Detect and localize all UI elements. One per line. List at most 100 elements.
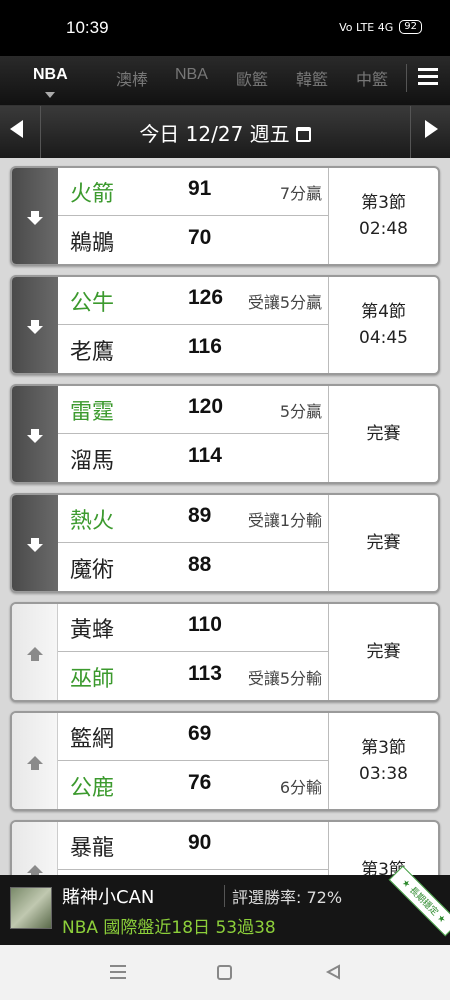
status-bar: 10:39 Vo LTE 4G 92 (0, 0, 450, 56)
team-row: 公鹿 76 6分輸 (58, 762, 328, 809)
arrow-down-icon (25, 535, 45, 555)
team-row: 籃網 69 (58, 713, 328, 761)
arrow-down-icon (25, 426, 45, 446)
game-period: 完賽 (366, 533, 401, 553)
team-row: 雷霆 120 5分贏 (58, 386, 328, 434)
tab-nba-2[interactable]: NBA (175, 66, 208, 84)
team-score: 110 (188, 613, 222, 636)
game-status: 完賽 (328, 604, 438, 700)
team-score: 88 (188, 553, 212, 576)
back-icon[interactable] (325, 964, 341, 980)
tab-euro-basketball[interactable]: 歐籃 (236, 66, 268, 90)
team-score: 113 (188, 662, 222, 685)
game-clock: 02:48 (359, 219, 408, 239)
game-card[interactable]: 公牛 126 受讓5分贏 老鷹 116 第4節 04:45 (10, 275, 440, 375)
status-icons: Vo LTE 4G 92 (339, 20, 422, 34)
team-row: 溜馬 114 (58, 435, 328, 482)
tab-china-basketball[interactable]: 中籃 (356, 66, 388, 90)
team-name: 老鷹 (70, 340, 115, 365)
game-card[interactable]: 雷霆 120 5分贏 溜馬 114 完賽 (10, 384, 440, 484)
game-period: 第4節 (361, 302, 406, 322)
team-score: 76 (188, 771, 212, 794)
team-score: 89 (188, 504, 212, 527)
arrow-up-icon (25, 753, 45, 773)
divider (410, 106, 411, 158)
tipster-banner[interactable]: 賭神小CAN 評選勝率: 72% NBA 國際盤近18日 53過38 ★ 長期穩… (0, 865, 450, 945)
tab-korea-basketball[interactable]: 韓籃 (296, 66, 328, 90)
team-row: 巫師 113 受讓5分輸 (58, 653, 328, 700)
team-row: 鵜鶘 70 (58, 217, 328, 264)
expand-toggle[interactable] (12, 277, 58, 373)
team-score: 91 (188, 177, 212, 200)
active-tab-caret-icon (45, 92, 55, 98)
handicap-result: 6分輸 (279, 778, 322, 797)
team-score: 126 (188, 286, 224, 309)
team-name: 巫師 (70, 667, 115, 692)
home-icon[interactable] (217, 965, 232, 980)
game-period: 完賽 (366, 642, 401, 662)
arrow-up-icon (25, 644, 45, 664)
game-card[interactable]: 熱火 89 受讓1分輸 魔術 88 完賽 (10, 493, 440, 593)
team-name: 熱火 (70, 509, 115, 534)
team-row: 火箭 91 7分贏 (58, 168, 328, 216)
game-clock: 04:45 (359, 328, 408, 348)
game-status: 第3節 03:38 (328, 713, 438, 809)
game-period: 完賽 (366, 424, 401, 444)
handicap-result: 受讓5分贏 (247, 293, 322, 312)
team-name: 公牛 (70, 291, 115, 316)
tab-au-baseball[interactable]: 澳棒 (116, 66, 148, 90)
expand-toggle[interactable] (12, 713, 58, 809)
arrow-down-icon (25, 317, 45, 337)
date-label: 今日 12/27 週五 (139, 122, 290, 146)
game-status: 完賽 (328, 495, 438, 591)
team-score: 69 (188, 722, 212, 745)
expand-toggle[interactable] (12, 495, 58, 591)
team-row: 公牛 126 受讓5分贏 (58, 277, 328, 325)
game-status: 第4節 04:45 (328, 277, 438, 373)
game-card[interactable]: 火箭 91 7分贏 鵜鶘 70 第3節 02:48 (10, 166, 440, 266)
team-score: 90 (188, 831, 212, 854)
expand-toggle[interactable] (12, 822, 58, 875)
game-card[interactable]: 籃網 69 公鹿 76 6分輸 第3節 03:38 (10, 711, 440, 811)
date-bar: 今日 12/27 週五 (0, 106, 450, 158)
tipster-name: 賭神小CAN (62, 887, 155, 908)
battery-icon: 92 (399, 20, 422, 34)
game-clock: 03:38 (359, 764, 408, 784)
game-status: 第3節 02:48 (328, 168, 438, 264)
game-list: 火箭 91 7分贏 鵜鶘 70 第3節 02:48 公牛 126 受讓5分贏 老… (0, 158, 450, 875)
game-status: 第3節 (328, 822, 438, 875)
expand-toggle[interactable] (12, 386, 58, 482)
arrow-down-icon (25, 208, 45, 228)
hamburger-menu-icon[interactable] (418, 68, 438, 86)
expand-toggle[interactable] (12, 168, 58, 264)
arrow-up-icon (25, 862, 45, 875)
team-name: 鵜鶘 (70, 231, 115, 256)
team-score: 114 (188, 444, 222, 467)
game-period: 第3節 (361, 193, 406, 213)
team-row: 暴龍 90 (58, 822, 328, 870)
recent-apps-icon[interactable] (110, 965, 126, 983)
team-row: 熱火 89 受讓1分輸 (58, 495, 328, 543)
team-name: 黃蜂 (70, 618, 115, 643)
expand-toggle[interactable] (12, 604, 58, 700)
team-name: 公鹿 (70, 776, 115, 801)
stable-badge: ★ 長期穩定 ★ (388, 865, 450, 937)
system-nav-bar (0, 945, 450, 1000)
clock: 10:39 (66, 18, 109, 37)
date-selector[interactable]: 今日 12/27 週五 (0, 118, 450, 147)
avatar (10, 887, 52, 929)
team-name: 雷霆 (70, 400, 115, 425)
team-name: 溜馬 (70, 449, 115, 474)
team-name: 暴龍 (70, 836, 115, 861)
team-name: 火箭 (70, 182, 115, 207)
team-name: 魔術 (70, 558, 115, 583)
next-day-icon[interactable] (425, 120, 438, 138)
team-score: 120 (188, 395, 224, 418)
handicap-result: 5分贏 (279, 402, 322, 421)
team-row: 老鷹 116 (58, 326, 328, 373)
tab-nba[interactable]: NBA (33, 66, 68, 84)
game-card[interactable]: 暴龍 90 第3節 (10, 820, 440, 875)
handicap-result: 受讓1分輸 (247, 511, 322, 530)
league-tabs: NBA 澳棒 NBA 歐籃 韓籃 中籃 (0, 56, 450, 106)
game-card[interactable]: 黃蜂 110 巫師 113 受讓5分輸 完賽 (10, 602, 440, 702)
